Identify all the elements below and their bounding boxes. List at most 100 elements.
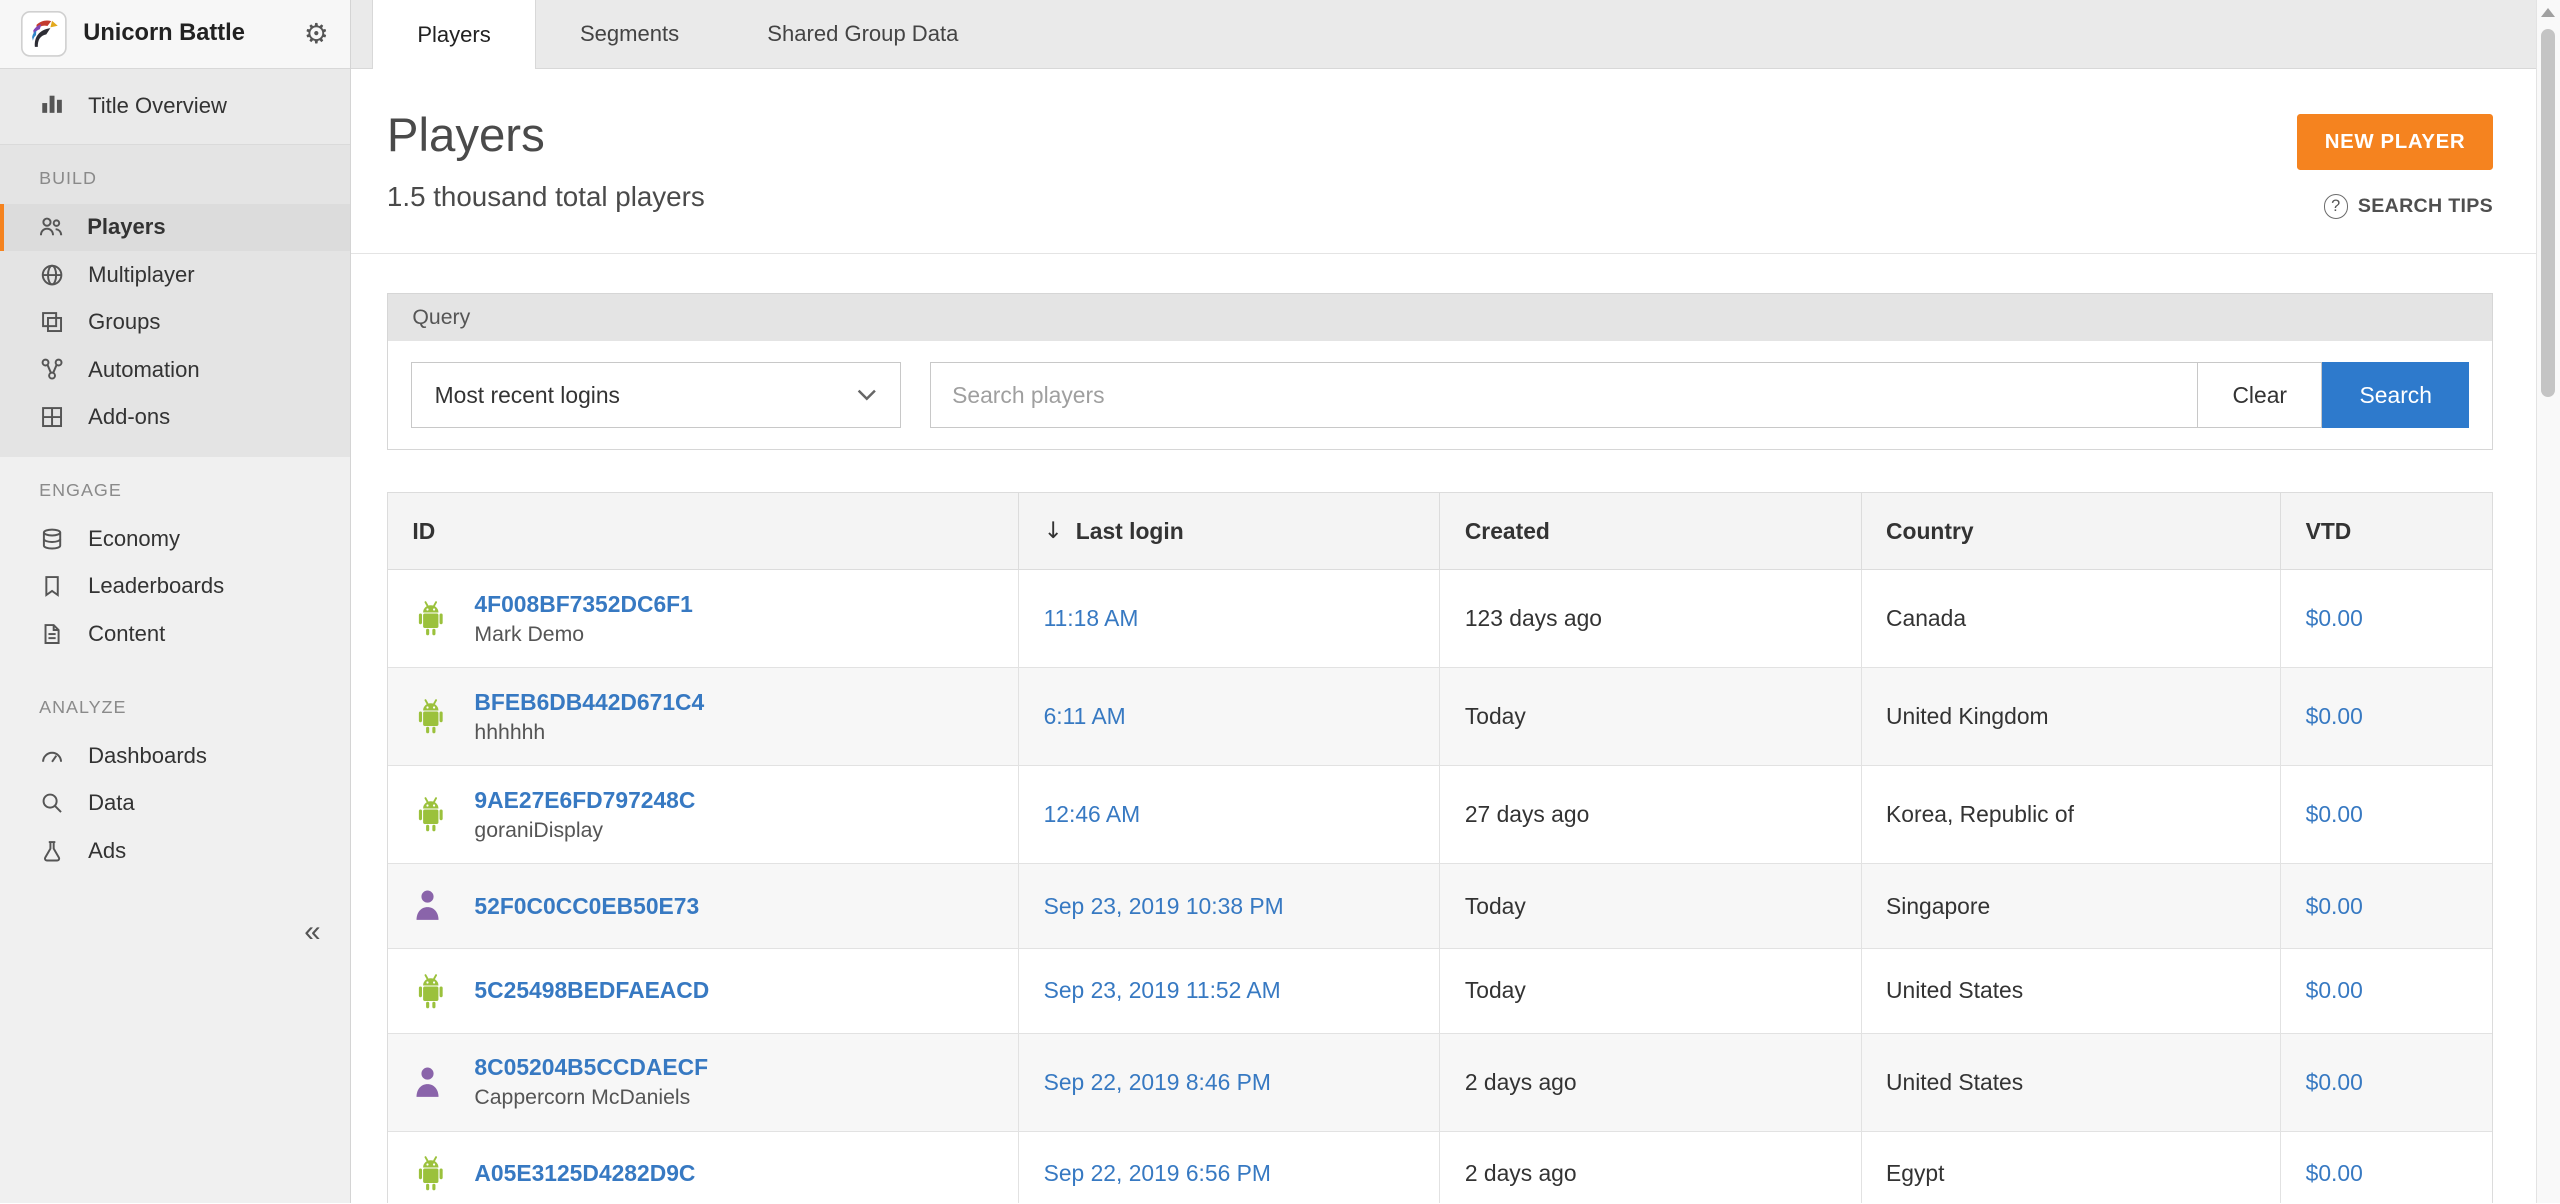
- vtd-link[interactable]: $0.00: [2306, 893, 2363, 920]
- page-header-left: Players 1.5 thousand total players: [387, 108, 705, 213]
- player-id-link[interactable]: 52F0C0CC0EB50E73: [474, 893, 699, 920]
- gear-icon[interactable]: ⚙: [304, 17, 329, 50]
- created-cell: 123 days ago: [1439, 570, 1860, 668]
- table-row: 4F008BF7352DC6F1 Mark Demo 11:18 AM 123 …: [387, 570, 2493, 669]
- id-stack: 5C25498BEDFAEACD: [474, 977, 709, 1004]
- sidebar-item-addons[interactable]: Add-ons: [0, 393, 350, 440]
- sidebar-item-leaderboards[interactable]: Leaderboards: [0, 563, 350, 610]
- main-content: Players 1.5 thousand total players NEW P…: [351, 68, 2536, 1204]
- vtd-link[interactable]: $0.00: [2306, 605, 2363, 632]
- table-row: A05E3125D4282D9C Sep 22, 2019 6:56 PM 2 …: [387, 1131, 2493, 1204]
- sidebar-item-label: Economy: [88, 526, 180, 552]
- vtd-link[interactable]: $0.00: [2306, 1069, 2363, 1096]
- brand-row: Unicorn Battle ⚙: [0, 0, 351, 69]
- scrollbar[interactable]: [2535, 0, 2560, 1204]
- search-tips-link[interactable]: ? SEARCH TIPS: [2323, 194, 2494, 219]
- grid-icon: [39, 404, 65, 430]
- sort-descending-icon: ↓: [1043, 518, 1063, 545]
- question-circle-icon: ?: [2323, 194, 2349, 219]
- last-login-link[interactable]: 6:11 AM: [1044, 703, 1126, 730]
- column-header-last-login[interactable]: ↓ Last login: [1018, 493, 1439, 570]
- player-id-link[interactable]: 4F008BF7352DC6F1: [474, 591, 692, 618]
- query-panel-title: Query: [387, 294, 2493, 342]
- sidebar-section-analyze: ANALYZE Dashboards Data Ads: [0, 674, 350, 891]
- last-login-link[interactable]: Sep 23, 2019 11:52 AM: [1044, 977, 1281, 1004]
- last-login-link[interactable]: Sep 23, 2019 10:38 PM: [1044, 893, 1284, 920]
- vtd-cell: $0.00: [2280, 1131, 2492, 1204]
- column-header-created[interactable]: Created: [1439, 493, 1860, 570]
- column-header-country[interactable]: Country: [1860, 493, 2281, 570]
- search-tips-label: SEARCH TIPS: [2357, 195, 2494, 218]
- android-icon: [412, 1153, 451, 1194]
- players-icon: [38, 214, 64, 240]
- sidebar-collapse-button[interactable]: «: [304, 916, 320, 946]
- sidebar-item-title-overview[interactable]: Title Overview: [0, 68, 351, 146]
- sidebar-item-economy[interactable]: Economy: [0, 515, 350, 562]
- sidebar-item-multiplayer[interactable]: Multiplayer: [0, 251, 350, 298]
- sidebar-item-automation[interactable]: Automation: [0, 346, 350, 393]
- vtd-cell: $0.00: [2280, 766, 2492, 864]
- table-row: 52F0C0CC0EB50E73 Sep 23, 2019 10:38 PM T…: [387, 864, 2493, 950]
- vtd-link[interactable]: $0.00: [2306, 977, 2363, 1004]
- sidebar-item-label: Data: [88, 790, 135, 816]
- last-login-link[interactable]: 12:46 AM: [1044, 801, 1141, 828]
- player-id-link[interactable]: BFEB6DB442D671C4: [474, 689, 704, 716]
- sidebar-item-data[interactable]: Data: [0, 780, 350, 827]
- vtd-link[interactable]: $0.00: [2306, 703, 2363, 730]
- player-id-link[interactable]: 5C25498BEDFAEACD: [474, 977, 709, 1004]
- scrollbar-up-arrow[interactable]: [2541, 8, 2556, 18]
- id-stack: BFEB6DB442D671C4 hhhhhh: [474, 689, 704, 745]
- vtd-cell: $0.00: [2280, 570, 2492, 668]
- groups-icon: [39, 309, 65, 335]
- vtd-cell: $0.00: [2280, 1033, 2492, 1131]
- last-login-cell: Sep 23, 2019 10:38 PM: [1018, 864, 1439, 949]
- country-cell: United States: [1860, 1033, 2281, 1131]
- sidebar-item-label: Groups: [88, 309, 161, 335]
- vtd-link[interactable]: $0.00: [2306, 801, 2363, 828]
- automation-icon: [39, 356, 65, 382]
- scrollbar-thumb[interactable]: [2540, 29, 2556, 397]
- new-player-button[interactable]: NEW PLAYER: [2296, 114, 2494, 170]
- created-cell: 2 days ago: [1439, 1131, 1860, 1204]
- player-display-name: Cappercorn McDaniels: [474, 1086, 691, 1110]
- id-cell: 9AE27E6FD797248C goraniDisplay: [388, 766, 1018, 863]
- flask-icon: [39, 838, 65, 864]
- country-cell: Korea, Republic of: [1860, 766, 2281, 864]
- sidebar-item-groups[interactable]: Groups: [0, 299, 350, 346]
- sidebar-item-dashboards[interactable]: Dashboards: [0, 732, 350, 779]
- id-cell: 5C25498BEDFAEACD: [388, 949, 1018, 1033]
- created-cell: Today: [1439, 668, 1860, 766]
- sidebar-item-content[interactable]: Content: [0, 610, 350, 657]
- tab-shared-group-data[interactable]: Shared Group Data: [723, 0, 1002, 68]
- id-cell: BFEB6DB442D671C4 hhhhhh: [388, 668, 1018, 765]
- created-cell: 2 days ago: [1439, 1033, 1860, 1131]
- created-cell: 27 days ago: [1439, 766, 1860, 864]
- clear-button[interactable]: Clear: [2198, 362, 2323, 428]
- last-login-link[interactable]: Sep 22, 2019 6:56 PM: [1044, 1160, 1271, 1187]
- sidebar-item-players[interactable]: Players: [0, 203, 351, 252]
- tab-segments[interactable]: Segments: [536, 0, 723, 68]
- column-header-label: Last login: [1075, 517, 1184, 544]
- last-login-link[interactable]: 11:18 AM: [1044, 605, 1139, 632]
- chevron-down-icon: [857, 382, 877, 409]
- sidebar-item-label: Automation: [88, 356, 200, 382]
- id-stack: 8C05204B5CCDAECF Cappercorn McDaniels: [474, 1054, 708, 1110]
- player-id-link[interactable]: 8C05204B5CCDAECF: [474, 1054, 708, 1081]
- coins-icon: [39, 526, 65, 552]
- column-header-vtd[interactable]: VTD: [2280, 493, 2492, 570]
- vtd-link[interactable]: $0.00: [2306, 1160, 2363, 1187]
- search-button[interactable]: Search: [2322, 362, 2470, 428]
- search-input[interactable]: [929, 362, 2199, 428]
- sidebar-item-ads[interactable]: Ads: [0, 827, 350, 874]
- sidebar-section-build: BUILD Players Multiplayer Groups Automat…: [0, 145, 351, 457]
- country-cell: Canada: [1860, 570, 2281, 668]
- sidebar-item-label: Players: [87, 214, 166, 240]
- tab-players[interactable]: Players: [372, 0, 536, 70]
- query-type-select[interactable]: Most recent logins: [410, 362, 901, 428]
- column-header-id[interactable]: ID: [388, 493, 1018, 569]
- player-id-link[interactable]: 9AE27E6FD797248C: [474, 787, 695, 814]
- player-id-link[interactable]: A05E3125D4282D9C: [474, 1160, 695, 1187]
- vtd-cell: $0.00: [2280, 668, 2492, 766]
- table-row: 8C05204B5CCDAECF Cappercorn McDaniels Se…: [387, 1033, 2493, 1132]
- last-login-link[interactable]: Sep 22, 2019 8:46 PM: [1044, 1069, 1271, 1096]
